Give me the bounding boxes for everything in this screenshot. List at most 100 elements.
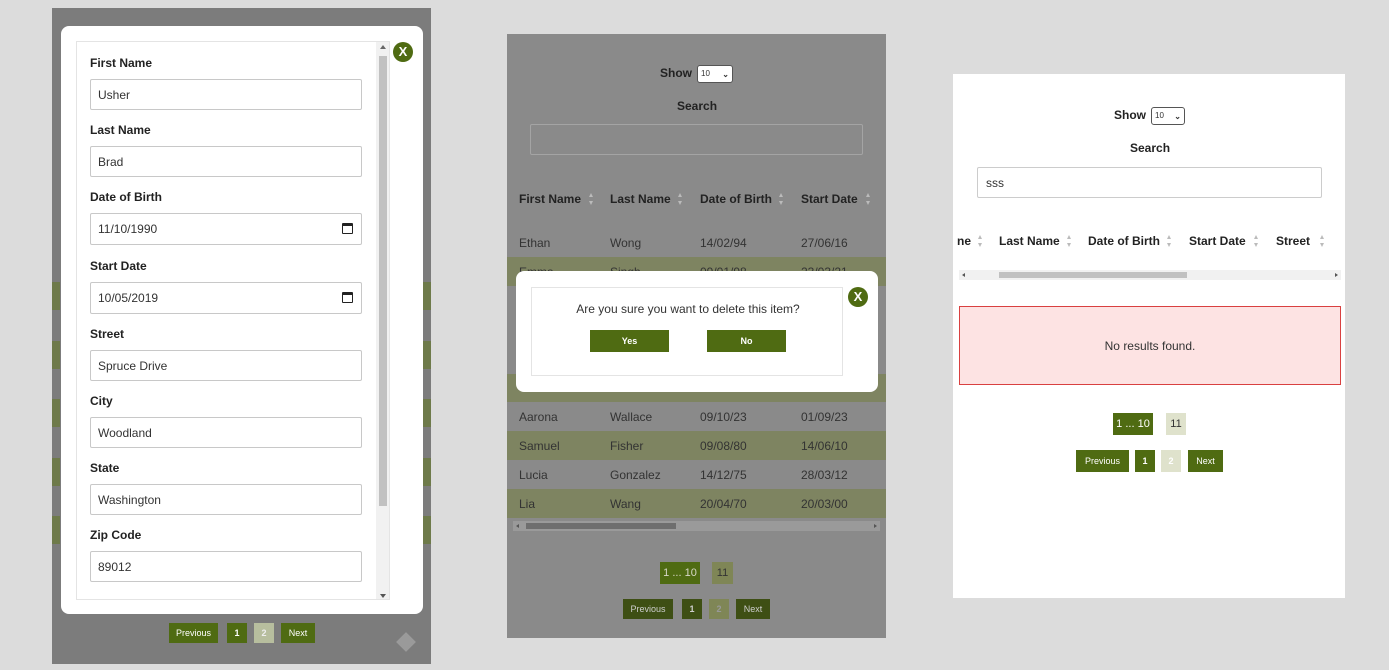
background-row (423, 516, 431, 544)
scroll-left-icon[interactable] (516, 524, 519, 528)
sort-icon[interactable] (1067, 235, 1071, 247)
background-row (52, 516, 60, 544)
date-of-birth-input[interactable]: 11/10/1990 (90, 213, 362, 245)
scroll-down-icon[interactable] (380, 594, 386, 598)
calendar-icon[interactable] (342, 292, 353, 303)
sort-icon[interactable] (589, 193, 593, 205)
table-row[interactable]: Lia Wang 20/04/70 20/03/00 (507, 489, 886, 518)
no-results-alert: No results found. (959, 306, 1341, 385)
dialog-body: Are you sure you want to delete this ite… (531, 287, 843, 376)
page-2-button[interactable]: 2 (709, 599, 729, 619)
city-input[interactable]: Woodland (90, 417, 362, 448)
page-range-current[interactable]: 1 ... 10 (660, 562, 700, 584)
column-header-last-name[interactable]: Last Name (999, 234, 1060, 248)
previous-page-button[interactable]: Previous (1076, 450, 1129, 472)
edit-form: First Name Usher Last Name Brad Date of … (76, 41, 390, 600)
show-entries-select[interactable]: 10 ⌄ (697, 65, 733, 83)
last-name-input[interactable]: Brad (90, 146, 362, 177)
table-horizontal-scrollbar[interactable] (513, 521, 880, 531)
street-label: Street (90, 327, 125, 341)
close-modal-button[interactable]: X (393, 42, 413, 62)
zip-code-input[interactable]: 89012 (90, 551, 362, 582)
last-name-label: Last Name (90, 123, 151, 137)
page-2-button[interactable]: 2 (254, 623, 274, 643)
yes-button[interactable]: Yes (590, 330, 669, 352)
no-button[interactable]: No (707, 330, 786, 352)
search-label: Search (1130, 141, 1171, 155)
column-header-first-name[interactable]: First Name (519, 192, 581, 206)
cell-first-name: Aarona (519, 410, 558, 424)
first-name-input[interactable]: Usher (90, 79, 362, 110)
sort-icon[interactable] (779, 193, 783, 205)
page-2-button[interactable]: 2 (1161, 450, 1181, 472)
search-results-screen: Show 10 ⌄ Search sss ne Last Name Date o… (953, 74, 1345, 598)
cell-first-name: Lia (519, 497, 536, 511)
scroll-right-icon[interactable] (1335, 273, 1338, 277)
column-header-first-name[interactable]: ne (957, 234, 971, 248)
background-row (423, 399, 431, 427)
scroll-left-icon[interactable] (962, 273, 965, 277)
state-input[interactable]: Washington (90, 484, 362, 515)
scroll-right-icon[interactable] (874, 524, 877, 528)
next-page-button[interactable]: Next (736, 599, 770, 619)
scroll-top-icon[interactable] (396, 632, 416, 652)
background-row (52, 458, 60, 486)
cell-last-name: Wong (610, 236, 642, 250)
close-dialog-button[interactable]: X (848, 287, 868, 307)
table-horizontal-scrollbar[interactable] (959, 270, 1341, 280)
column-header-date-of-birth[interactable]: Date of Birth (700, 192, 772, 206)
column-header-date-of-birth[interactable]: Date of Birth (1088, 234, 1160, 248)
page-range-current[interactable]: 1 ... 10 (1113, 413, 1153, 435)
page-range-next[interactable]: 11 (712, 562, 733, 584)
previous-page-button[interactable]: Previous (623, 599, 673, 619)
show-entries-value: 10 (701, 69, 710, 78)
scrollbar-thumb[interactable] (526, 523, 676, 529)
page-range-next[interactable]: 11 (1166, 413, 1186, 435)
search-label: Search (677, 99, 718, 113)
page-1-button[interactable]: 1 (1135, 450, 1155, 472)
background-row (423, 282, 431, 310)
cell-first-name: Ethan (519, 236, 551, 250)
scrollbar-thumb[interactable] (999, 272, 1187, 278)
page-1-button[interactable]: 1 (682, 599, 702, 619)
background-row (52, 282, 60, 310)
sort-icon[interactable] (866, 193, 870, 205)
sort-icon[interactable] (678, 193, 682, 205)
table-row[interactable]: Samuel Fisher 09/08/80 14/06/10 (507, 431, 886, 460)
cell-last-name: Wang (610, 497, 641, 511)
sort-icon[interactable] (1254, 235, 1258, 247)
page-1-button[interactable]: 1 (227, 623, 247, 643)
cell-date-of-birth: 09/10/23 (700, 410, 747, 424)
column-header-street[interactable]: Street (1276, 234, 1310, 248)
form-scrollbar[interactable] (376, 42, 389, 599)
scroll-up-icon[interactable] (380, 45, 386, 49)
table-row[interactable]: Lucia Gonzalez 14/12/75 28/03/12 (507, 460, 886, 489)
sort-icon[interactable] (1167, 235, 1171, 247)
street-input[interactable]: Spruce Drive (90, 350, 362, 381)
search-input[interactable] (530, 124, 863, 155)
background-row (423, 458, 431, 486)
show-entries-select[interactable]: 10 ⌄ (1151, 107, 1185, 125)
table-row[interactable]: Aarona Wallace 09/10/23 01/09/23 (507, 402, 886, 431)
start-date-value: 10/05/2019 (98, 291, 159, 305)
scrollbar-thumb[interactable] (379, 56, 387, 506)
show-entries-value: 10 (1155, 111, 1164, 120)
start-date-input[interactable]: 10/05/2019 (90, 282, 362, 314)
column-header-start-date[interactable]: Start Date (1189, 234, 1246, 248)
table-row[interactable]: Ethan Wong 14/02/94 27/06/16 (507, 228, 886, 257)
next-page-button[interactable]: Next (1188, 450, 1223, 472)
cell-start-date: 27/06/16 (801, 236, 848, 250)
background-row (52, 341, 60, 369)
column-header-last-name[interactable]: Last Name (610, 192, 671, 206)
column-header-start-date[interactable]: Start Date (801, 192, 858, 206)
sort-icon[interactable] (1320, 235, 1324, 247)
next-page-button[interactable]: Next (281, 623, 315, 643)
sort-icon[interactable] (978, 235, 982, 247)
cell-start-date: 28/03/12 (801, 468, 848, 482)
calendar-icon[interactable] (342, 223, 353, 234)
delete-confirm-dialog: Are you sure you want to delete this ite… (516, 271, 878, 392)
delete-confirm-screen: Show 10 ⌄ Search First Name Last Name Da… (507, 34, 886, 638)
search-input[interactable]: sss (977, 167, 1322, 198)
state-label: State (90, 461, 120, 475)
previous-page-button[interactable]: Previous (169, 623, 218, 643)
